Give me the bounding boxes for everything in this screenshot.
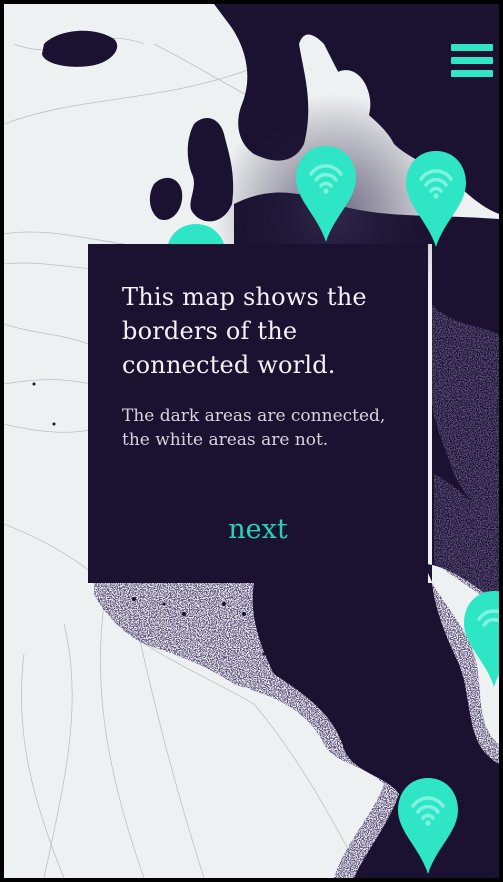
dialog-title: This map shows the borders of the connec… [122, 283, 367, 379]
hamburger-menu-button[interactable] [451, 44, 493, 82]
dialog-description: The dark areas are connected, the white … [122, 406, 386, 450]
next-button[interactable]: next [88, 514, 428, 545]
wifi-map-pin[interactable] [294, 144, 358, 244]
app-screen: This map shows the borders of the connec… [4, 4, 499, 878]
menu-bar [451, 57, 493, 64]
onboarding-dialog: This map shows the borders of the connec… [88, 244, 428, 583]
menu-bar [451, 70, 493, 77]
menu-bar [451, 44, 493, 51]
wifi-map-pin[interactable] [462, 589, 499, 689]
wifi-map-pin[interactable] [396, 776, 460, 876]
wifi-map-pin[interactable] [404, 149, 468, 249]
